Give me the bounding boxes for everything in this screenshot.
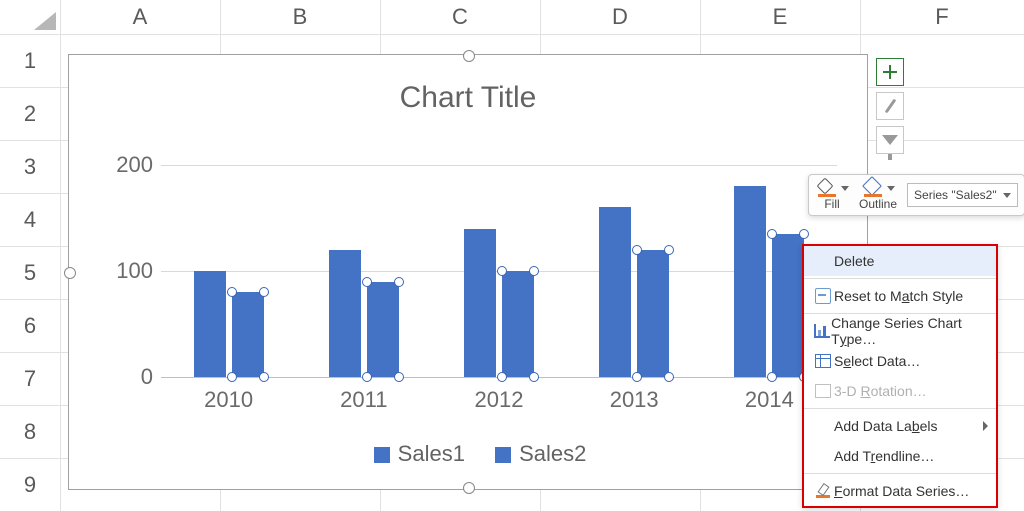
funnel-icon — [882, 135, 898, 145]
bar-sales1-2010[interactable] — [194, 271, 226, 377]
chart-resize-handle[interactable] — [463, 482, 475, 494]
mini-toolbar: Fill Outline Series "Sales2" — [808, 174, 1024, 216]
menu-separator — [804, 473, 996, 474]
legend-label-sales2: Sales2 — [519, 441, 586, 466]
y-tick-label: 0 — [105, 364, 153, 390]
bar-sales2-2011[interactable] — [367, 282, 399, 377]
menu-add-trendline[interactable]: Add Trendline… — [804, 441, 996, 471]
format-icon — [816, 484, 830, 498]
plus-icon — [882, 64, 898, 80]
y-tick-label: 200 — [105, 152, 153, 178]
chart-type-icon — [814, 324, 830, 338]
row-header-2[interactable]: 2 — [0, 87, 60, 140]
legend-swatch-sales2 — [495, 447, 511, 463]
menu-separator — [804, 278, 996, 279]
row-header-8[interactable]: 8 — [0, 405, 60, 458]
chart-resize-handle[interactable] — [463, 50, 475, 62]
menu-select-data[interactable]: Select Data… — [804, 346, 996, 376]
col-header-F[interactable]: F — [860, 0, 1024, 34]
menu-add-data-labels[interactable]: Add Data Labels — [804, 411, 996, 441]
cube-icon — [815, 384, 831, 398]
menu-format-data-series[interactable]: Format Data Series… — [804, 476, 996, 506]
brush-icon — [884, 99, 896, 114]
menu-separator — [804, 408, 996, 409]
chart-title[interactable]: Chart Title — [69, 81, 867, 115]
menu-delete-label: Delete — [834, 253, 874, 269]
select-all-cell[interactable] — [0, 0, 60, 34]
row-header-6[interactable]: 6 — [0, 299, 60, 352]
menu-reset-label: Reset to Match Style — [834, 288, 963, 304]
embedded-chart[interactable]: Chart Title 010020020102011201220132014 … — [68, 54, 868, 490]
x-tick-label: 2013 — [610, 387, 659, 413]
menu-reset-style[interactable]: Reset to Match Style — [804, 281, 996, 311]
menu-format-series-label: Format Data Series… — [834, 483, 969, 499]
y-tick-label: 100 — [105, 258, 153, 284]
menu-delete[interactable]: Delete — [804, 246, 996, 276]
row-header-3[interactable]: 3 — [0, 140, 60, 193]
bar-sales2-2013[interactable] — [637, 250, 669, 377]
bar-sales2-2012[interactable] — [502, 271, 534, 377]
menu-3d-label: 3-D Rotation… — [834, 383, 927, 399]
row-header-9[interactable]: 9 — [0, 458, 60, 511]
menu-separator — [804, 313, 996, 314]
outline-label: Outline — [859, 197, 897, 211]
menu-3d-rotation: 3-D Rotation… — [804, 376, 996, 406]
col-header-C[interactable]: C — [380, 0, 540, 34]
reset-icon — [815, 288, 831, 304]
x-tick-label: 2010 — [204, 387, 253, 413]
fill-color-button[interactable]: Fill — [815, 179, 849, 211]
menu-select-data-label: Select Data… — [834, 353, 920, 369]
bar-sales1-2014[interactable] — [734, 186, 766, 377]
fill-label: Fill — [824, 197, 839, 211]
bar-sales2-2014[interactable] — [772, 234, 804, 377]
chart-legend[interactable]: Sales1 Sales2 — [69, 441, 867, 467]
plot-area[interactable]: 010020020102011201220132014 — [161, 165, 837, 377]
x-tick-label: 2014 — [745, 387, 794, 413]
chart-styles-button[interactable] — [876, 92, 904, 120]
x-tick-label: 2012 — [475, 387, 524, 413]
bar-sales1-2011[interactable] — [329, 250, 361, 377]
outline-color-button[interactable]: Outline — [859, 179, 897, 211]
chart-resize-handle[interactable] — [64, 267, 76, 279]
pencil-icon — [862, 179, 884, 197]
paint-bucket-icon — [816, 179, 838, 197]
row-header-5[interactable]: 5 — [0, 246, 60, 299]
series-context-menu: Delete Reset to Match Style Change Serie… — [802, 244, 998, 508]
menu-add-trendline-label: Add Trendline… — [834, 448, 934, 464]
menu-change-chart-type[interactable]: Change Series Chart Type… — [804, 316, 996, 346]
row-header-4[interactable]: 4 — [0, 193, 60, 246]
col-header-B[interactable]: B — [220, 0, 380, 34]
chevron-down-icon — [887, 186, 895, 191]
select-data-icon — [815, 354, 831, 368]
series-selector[interactable]: Series "Sales2" — [907, 183, 1018, 207]
menu-change-type-label: Change Series Chart Type… — [831, 315, 986, 347]
col-header-A[interactable]: A — [60, 0, 220, 34]
series-selector-value: Series "Sales2" — [914, 188, 997, 202]
chart-filters-button[interactable] — [876, 126, 904, 154]
col-header-E[interactable]: E — [700, 0, 860, 34]
chart-elements-button[interactable] — [876, 58, 904, 86]
legend-swatch-sales1 — [374, 447, 390, 463]
menu-add-labels-label: Add Data Labels — [834, 418, 938, 434]
bar-sales1-2012[interactable] — [464, 229, 496, 377]
chart-side-buttons — [876, 58, 904, 160]
y-gridline — [161, 165, 837, 166]
row-header-7[interactable]: 7 — [0, 352, 60, 405]
x-tick-label: 2011 — [340, 387, 387, 413]
bar-sales1-2013[interactable] — [599, 207, 631, 377]
bar-sales2-2010[interactable] — [232, 292, 264, 377]
col-header-D[interactable]: D — [540, 0, 700, 34]
legend-label-sales1: Sales1 — [398, 441, 465, 466]
row-header-1[interactable]: 1 — [0, 34, 60, 87]
submenu-arrow-icon — [983, 421, 988, 431]
chevron-down-icon — [841, 186, 849, 191]
